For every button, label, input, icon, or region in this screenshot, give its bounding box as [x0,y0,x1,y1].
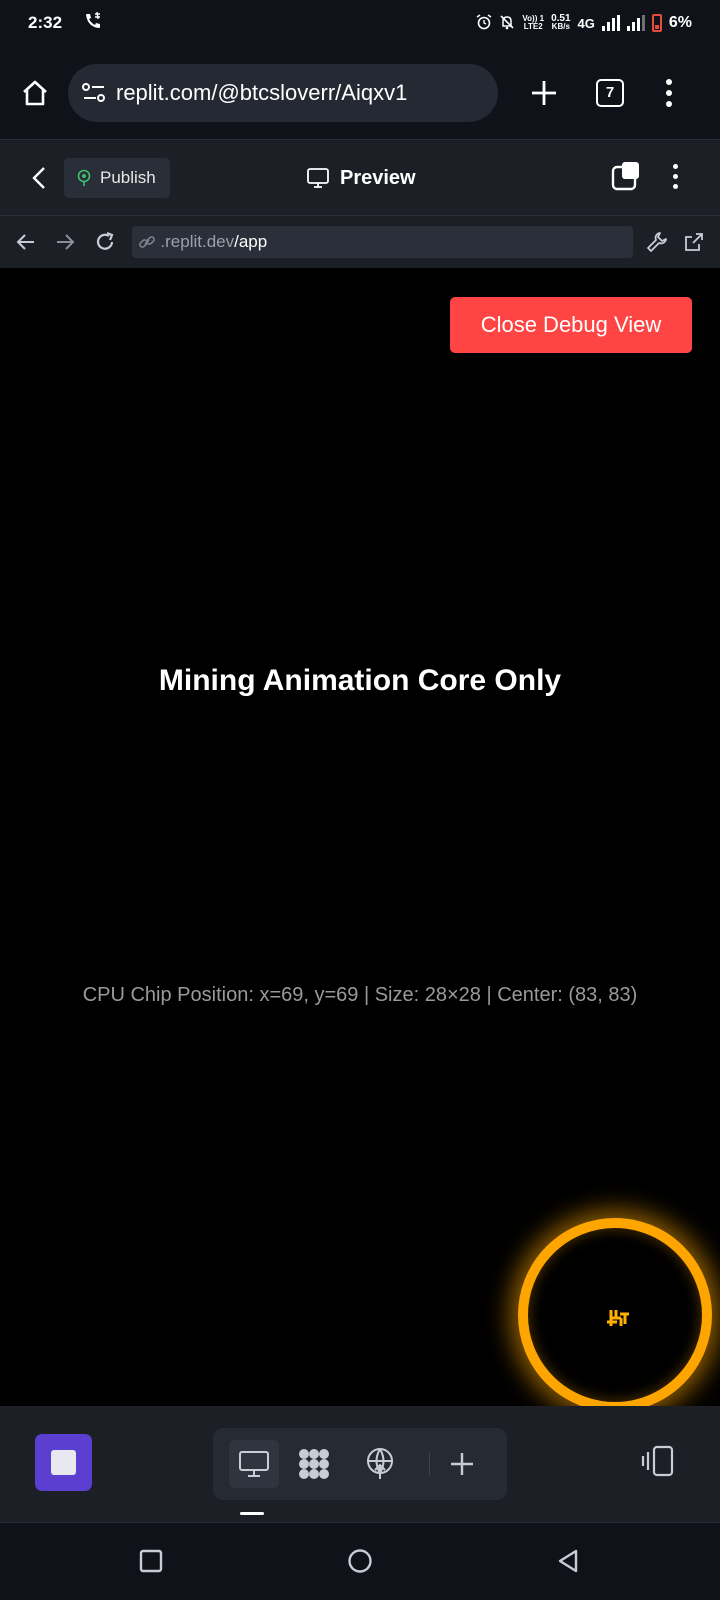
volte-bottom-text: LTE2 [523,22,543,31]
preview-tool-button[interactable] [229,1440,279,1488]
window-stack-icon [611,162,639,191]
plus-icon [532,80,556,105]
url-text[interactable]: replit.com/@btcsloverr/Aiqxv1 [116,80,407,106]
replit-toolbar: Publish Preview [0,140,720,216]
tab-switcher-button[interactable]: 7 [596,78,624,107]
page-title: Mining Animation Core Only [158,664,562,697]
recents-button[interactable] [133,1543,169,1579]
preview-url-path: /app [234,232,268,251]
net-speed-unit: KB/s [551,22,570,31]
pane-switch-button[interactable] [610,160,642,192]
wrench-icon [646,232,667,252]
dock-divider [429,1452,430,1476]
tab-count: 7 [605,84,615,101]
preview-url-field[interactable]: .replit.dev/app [132,226,634,258]
new-tab-button[interactable] [526,75,562,111]
home-icon [23,80,47,105]
arrow-right-icon [57,234,75,250]
open-new-tab-button[interactable] [681,228,708,256]
battery-low-icon [651,14,662,32]
site-settings-icon[interactable] [82,82,106,103]
alarm-icon [476,13,492,33]
preview-address-bar: .replit.dev/app [0,216,720,268]
system-nav-bar [0,1522,720,1600]
add-tool-button[interactable] [437,1440,487,1488]
net-speed: 0.51 KB/s [551,14,570,31]
back-nav-button[interactable] [550,1543,586,1579]
preview-url-domain: .replit.dev [160,232,235,251]
status-time: 2:32 [28,13,63,32]
wifi-call-icon [84,11,102,34]
arrow-left-icon [16,234,34,250]
preview-content: Close Debug View Mining Animation Core O… [0,268,720,1406]
layout-toggle-button[interactable] [640,1444,676,1480]
browser-menu-icon[interactable] [666,78,672,107]
replit-bottom-bar [0,1406,720,1522]
battery-percent: 6% [668,14,692,31]
signal-icon [601,15,620,31]
preview-tab[interactable]: Preview [306,140,416,216]
active-tab-indicator [240,1512,264,1515]
link-icon [139,236,156,248]
preview-label: Preview [340,166,416,189]
nav-forward-button[interactable] [51,228,78,256]
stop-icon [51,1450,76,1475]
chevron-left-icon [32,166,45,189]
square-icon [139,1549,163,1573]
triangle-back-icon [558,1549,578,1573]
deploy-globe-icon [367,1448,393,1479]
url-bar[interactable]: replit.com/@btcsloverr/Aiqxv1 [68,63,498,122]
cpu-chip-icon [607,1310,629,1326]
devtools-button[interactable] [643,228,670,256]
publish-label: Publish [100,167,156,187]
status-bar: 2:32 Vo)) 1 LTE2 0.51 KB/s 4G 6% [0,0,720,46]
monitor-icon [307,168,329,188]
network-type: 4G [577,15,595,31]
stop-button[interactable] [35,1434,92,1491]
back-button[interactable] [24,163,54,193]
close-debug-view-button[interactable]: Close Debug View [450,297,692,353]
debug-info-text: CPU Chip Position: x=69, y=69 | Size: 28… [82,984,638,1006]
external-link-icon [685,233,704,251]
nav-back-button[interactable] [12,228,39,256]
tool-dock [213,1428,507,1500]
refresh-icon [96,231,114,250]
signal-2-icon [626,15,645,31]
circle-icon [348,1549,372,1573]
volte-indicator: Vo)) 1 LTE2 [522,15,544,31]
agent-icon [299,1449,329,1479]
reload-button[interactable] [91,228,118,256]
home-nav-button[interactable] [342,1543,378,1579]
deploy-tool-button[interactable] [355,1440,405,1488]
browser-toolbar: replit.com/@btcsloverr/Aiqxv1 7 [0,46,720,140]
agent-tool-button[interactable] [289,1440,339,1488]
publish-button[interactable]: Publish [64,157,170,198]
panel-layout-icon [641,1445,674,1477]
replit-menu-icon[interactable] [673,164,678,189]
bell-off-icon [499,14,515,33]
home-button[interactable] [16,74,54,112]
publish-icon [77,169,91,186]
monitor-icon [239,1451,269,1477]
plus-icon [451,1453,473,1475]
